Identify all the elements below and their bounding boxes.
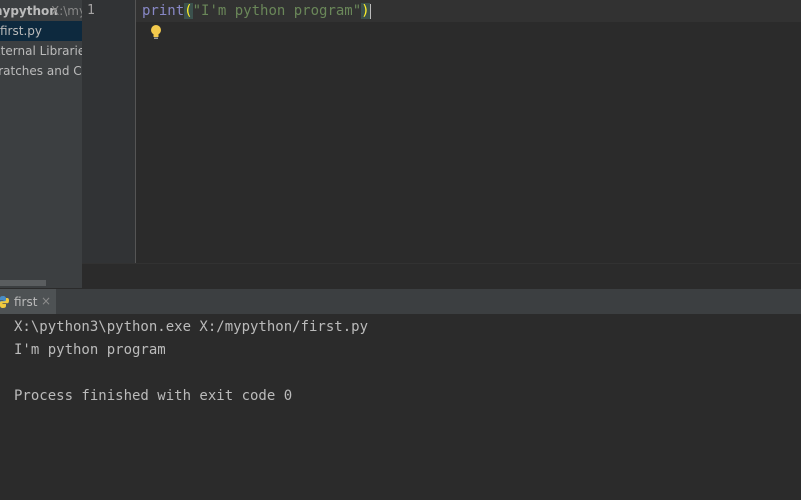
code-open-paren: ( [184,3,193,19]
tree-item-label: first.py [0,24,42,38]
tree-item-project-root[interactable]: mypython X:\mypython [0,1,82,21]
scrollbar-thumb[interactable] [0,280,46,286]
line-number: 1 [87,3,95,18]
lightbulb-icon[interactable] [149,24,163,40]
project-root-name: mypython [0,4,58,18]
console-line: X:\python3\python.exe X:/mypython/first.… [14,319,369,335]
tree-item-label: External Libraries [0,44,82,58]
run-tab-first[interactable]: first × [0,289,56,315]
tree-item-label: Scratches and Consoles [0,64,82,78]
close-icon[interactable]: × [41,294,51,308]
console-line: Process finished with exit code 0 [14,388,293,404]
code-line[interactable]: print("I'm python program") [142,3,371,19]
project-horizontal-scrollbar[interactable] [0,278,82,287]
code-editor[interactable]: print("I'm python program") [136,0,801,263]
tree-item-external-libraries[interactable]: External Libraries [0,41,82,61]
text-caret [369,4,371,19]
python-icon [0,294,10,308]
editor-gutter: 1 [82,0,136,263]
code-close-paren: ) [361,3,370,19]
tree-item-scratches[interactable]: Scratches and Consoles [0,61,82,81]
project-root-path: X:\mypython [51,4,82,18]
console-line: I'm python program [14,342,166,358]
project-panel: mypython X:\mypython first.py External L… [0,0,82,288]
code-function-name: print [142,3,185,19]
tree-item-first-py[interactable]: first.py [0,21,82,41]
editor-bottom-area [82,263,801,289]
run-tabbar: first × [0,288,801,315]
code-string-literal: "I'm python program" [192,3,362,19]
run-tab-label: first [14,295,38,309]
run-console[interactable]: X:\python3\python.exe X:/mypython/first.… [0,314,801,500]
